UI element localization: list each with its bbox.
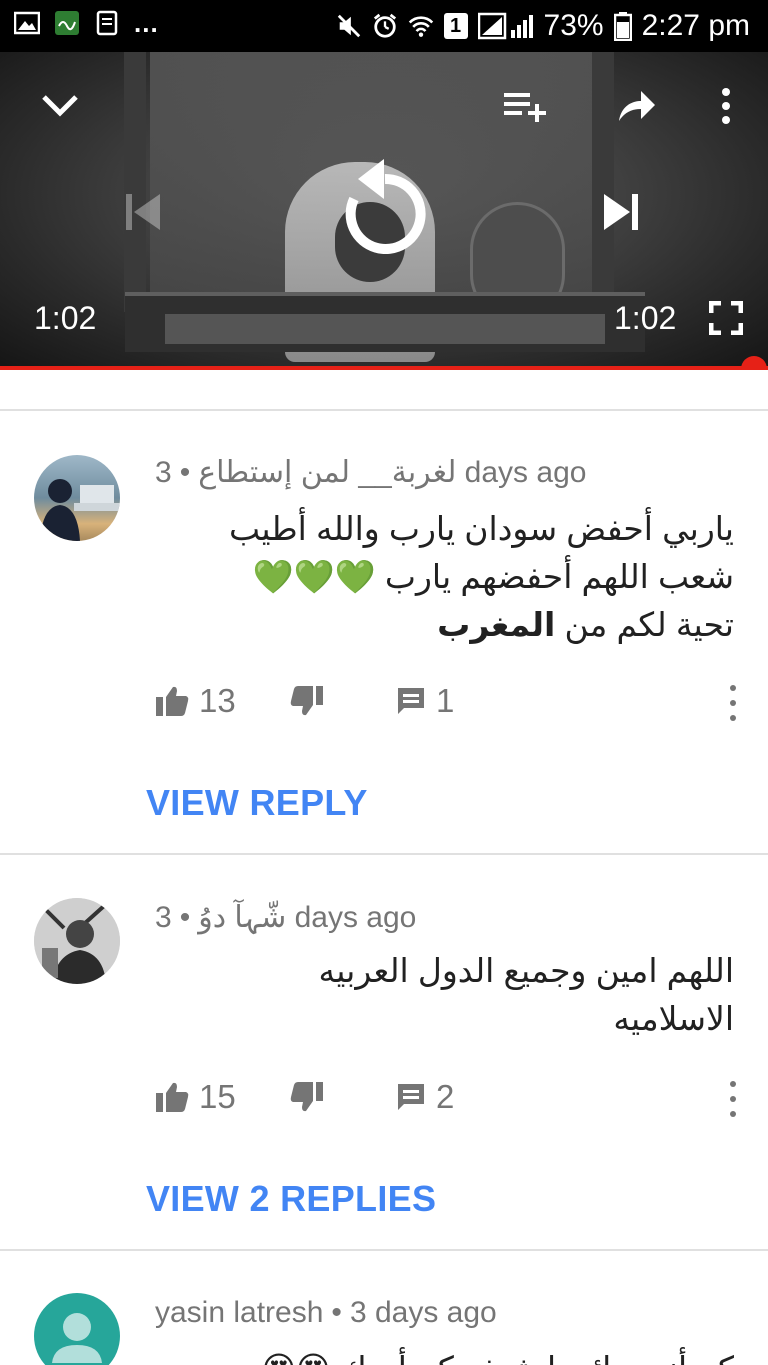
- comment-time: 3 days ago: [349, 1296, 497, 1329]
- view-replies-button[interactable]: VIEW REPLY: [146, 781, 368, 825]
- battery-percent: 73%: [543, 9, 604, 42]
- comment-actions: 13 1: [0, 681, 768, 725]
- thumb-up-icon: [156, 1082, 189, 1112]
- reply-button[interactable]: 1: [396, 681, 454, 721]
- hidden-comment-row: [0, 370, 768, 410]
- add-to-playlist-icon[interactable]: [500, 82, 550, 130]
- comment-author[interactable]: yasin latresh: [155, 1296, 323, 1329]
- reply-button[interactable]: 2: [396, 1077, 454, 1117]
- video-frame-desk-panel: [165, 314, 605, 344]
- comment-author[interactable]: لغربة__ لمن إستطاع: [198, 456, 456, 489]
- comment-line: كم أنت رائع يا شيخ وكم أحبك 😍😍: [134, 1345, 734, 1365]
- sim-badge: 1: [449, 14, 462, 37]
- comment-item: yasin latresh•3 days ago كم أنت رائع يا …: [0, 1251, 768, 1365]
- signal-icon: [477, 12, 534, 40]
- clock: 2:27 pm: [641, 9, 750, 42]
- comment-bold-word: المغرب: [437, 606, 556, 643]
- thumb-up-icon: [156, 686, 189, 716]
- comment-meta: yasin latresh • 3 days ago: [155, 1296, 497, 1329]
- reply-count: 1: [436, 682, 455, 719]
- calligraphy-app-icon: [54, 10, 80, 36]
- like-button[interactable]: 13: [155, 681, 236, 721]
- duration: 1:02: [614, 300, 677, 336]
- comment-item: لغربة__ لمن إستطاع•3 days ago ياربي أحفض…: [0, 411, 768, 853]
- status-bar: ... 1 73% 2:27 pm: [0, 0, 768, 52]
- view-replies-button[interactable]: VIEW 2 REPLIES: [146, 1177, 436, 1221]
- reply-count: 2: [436, 1078, 455, 1115]
- fullscreen-icon[interactable]: [706, 298, 746, 338]
- comment-body: اللهم امين وجميع الدول العربيه الاسلاميه: [134, 947, 735, 1043]
- gallery-icon: [14, 10, 40, 36]
- comment-time: 3 days ago: [155, 901, 417, 934]
- comment-line: تحية لكم من المغرب: [134, 601, 734, 649]
- avatar[interactable]: [34, 1293, 120, 1365]
- comment-meta: شّہآ دوُ•3 days ago: [155, 901, 417, 934]
- more-options-icon[interactable]: [706, 82, 746, 130]
- comment-icon: [398, 1084, 424, 1110]
- minimize-chevron-icon[interactable]: [36, 82, 84, 130]
- comment-meta: لغربة__ لمن إستطاع•3 days ago: [155, 456, 587, 489]
- comment-line: الاسلاميه: [613, 1000, 734, 1037]
- avatar[interactable]: [34, 898, 120, 984]
- share-icon[interactable]: [612, 82, 660, 130]
- like-count: 15: [199, 1078, 236, 1115]
- previous-icon[interactable]: [118, 187, 168, 237]
- comment-body: ياربي أحفض سودان يارب والله أطيب شعب الل…: [134, 505, 734, 649]
- thumb-down-icon: [290, 1082, 323, 1112]
- battery-icon: [613, 12, 632, 41]
- next-icon[interactable]: [596, 187, 646, 237]
- like-button[interactable]: 15: [155, 1077, 236, 1117]
- video-frame-pillar: [592, 52, 614, 312]
- like-count: 13: [199, 682, 236, 719]
- alarm-icon: [372, 13, 398, 39]
- video-player[interactable]: 1:02 1:02: [0, 52, 768, 368]
- thumb-down-icon: [290, 686, 323, 716]
- comment-body: كم أنت رائع يا شيخ وكم أحبك 😍😍: [134, 1345, 734, 1365]
- comment-line-text: تحية لكم من: [564, 606, 734, 643]
- comment-line: ياربي أحفض سودان يارب والله أطيب: [228, 510, 734, 547]
- comment-icon: [398, 688, 424, 714]
- comment-menu-icon[interactable]: [728, 1081, 738, 1117]
- notes-icon: [94, 10, 120, 36]
- comment-line: شعب اللهم أحفضهم يارب 💚💚💚: [252, 558, 734, 595]
- mute-icon: [336, 13, 362, 39]
- more-notifications: ...: [134, 8, 159, 38]
- dislike-button[interactable]: [290, 1081, 324, 1113]
- video-frame-pillar: [124, 52, 146, 312]
- comment-menu-icon[interactable]: [728, 685, 738, 721]
- comment-line: اللهم امين وجميع الدول العربيه: [318, 952, 735, 989]
- comment-actions: 15 2: [0, 1077, 768, 1121]
- comment-item: شّہآ دوُ•3 days ago اللهم امين وجميع الد…: [0, 855, 768, 1249]
- dislike-button[interactable]: [290, 685, 324, 717]
- sim1-icon: 1: [443, 13, 468, 39]
- current-time: 1:02: [34, 300, 97, 336]
- comment-author[interactable]: شّہآ دوُ: [198, 901, 286, 934]
- avatar[interactable]: [34, 455, 120, 541]
- wifi-icon: [408, 13, 434, 39]
- replay-icon[interactable]: [330, 152, 440, 262]
